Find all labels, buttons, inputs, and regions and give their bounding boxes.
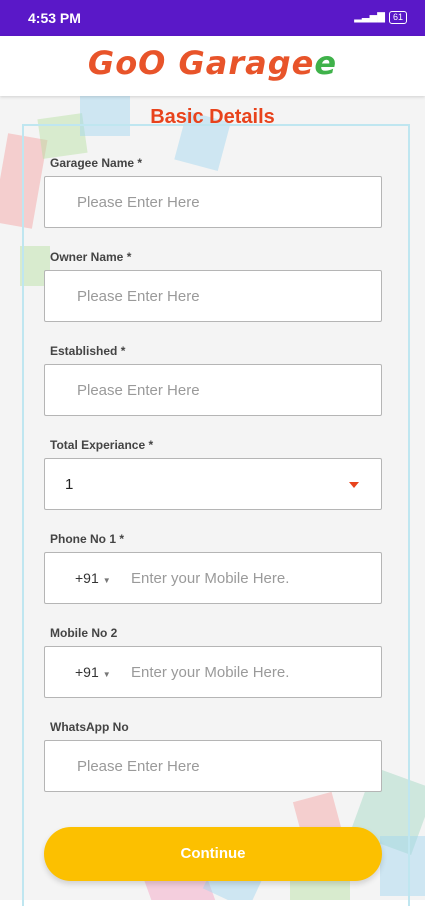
established-input[interactable]: Please Enter Here <box>44 364 382 416</box>
status-icons: ▂▃▅▇ 61 <box>354 11 407 24</box>
whatsapp-placeholder: Please Enter Here <box>77 758 200 775</box>
garage-name-label: Garagee Name * <box>50 156 143 170</box>
established-label: Established * <box>50 344 126 358</box>
app-bar: GoO Garagee <box>0 36 425 96</box>
owner-name-input[interactable]: Please Enter Here <box>44 270 382 322</box>
experience-label: Total Experiance * <box>50 438 154 452</box>
signal-icon: ▂▃▅▇ <box>354 12 385 23</box>
established-placeholder: Please Enter Here <box>77 382 200 399</box>
garage-name-input[interactable]: Please Enter Here <box>44 176 382 228</box>
mobile2-label: Mobile No 2 <box>50 626 118 640</box>
status-time: 4:53 PM <box>28 10 81 26</box>
battery-icon: 61 <box>388 11 407 24</box>
dropdown-arrow-icon[interactable] <box>349 482 359 488</box>
country-code-select[interactable]: +91 ▼ <box>75 570 111 586</box>
mobile2-placeholder: Enter your Mobile Here. <box>131 664 290 681</box>
country-code-select[interactable]: +91 ▼ <box>75 664 111 680</box>
continue-button[interactable]: Continue <box>44 827 382 881</box>
owner-name-placeholder: Please Enter Here <box>77 288 200 305</box>
phone1-label: Phone No 1 * <box>50 532 125 546</box>
phone1-placeholder: Enter your Mobile Here. <box>131 570 290 587</box>
experience-value: 1 <box>65 476 74 493</box>
whatsapp-label: WhatsApp No <box>50 720 129 734</box>
app-logo: GoO Garagee <box>87 44 338 82</box>
whatsapp-input[interactable]: Please Enter Here <box>44 740 382 792</box>
phone1-input[interactable]: +91 ▼ Enter your Mobile Here. <box>44 552 382 604</box>
garage-name-placeholder: Please Enter Here <box>77 194 200 211</box>
mobile2-input[interactable]: +91 ▼ Enter your Mobile Here. <box>44 646 382 698</box>
experience-select[interactable]: 1 <box>44 458 382 510</box>
chevron-down-icon: ▼ <box>102 576 111 585</box>
owner-name-label: Owner Name * <box>50 250 132 264</box>
chevron-down-icon: ▼ <box>102 670 111 679</box>
status-bar: 4:53 PM ▂▃▅▇ 61 <box>0 0 425 36</box>
page-title: Basic Details <box>150 106 275 128</box>
